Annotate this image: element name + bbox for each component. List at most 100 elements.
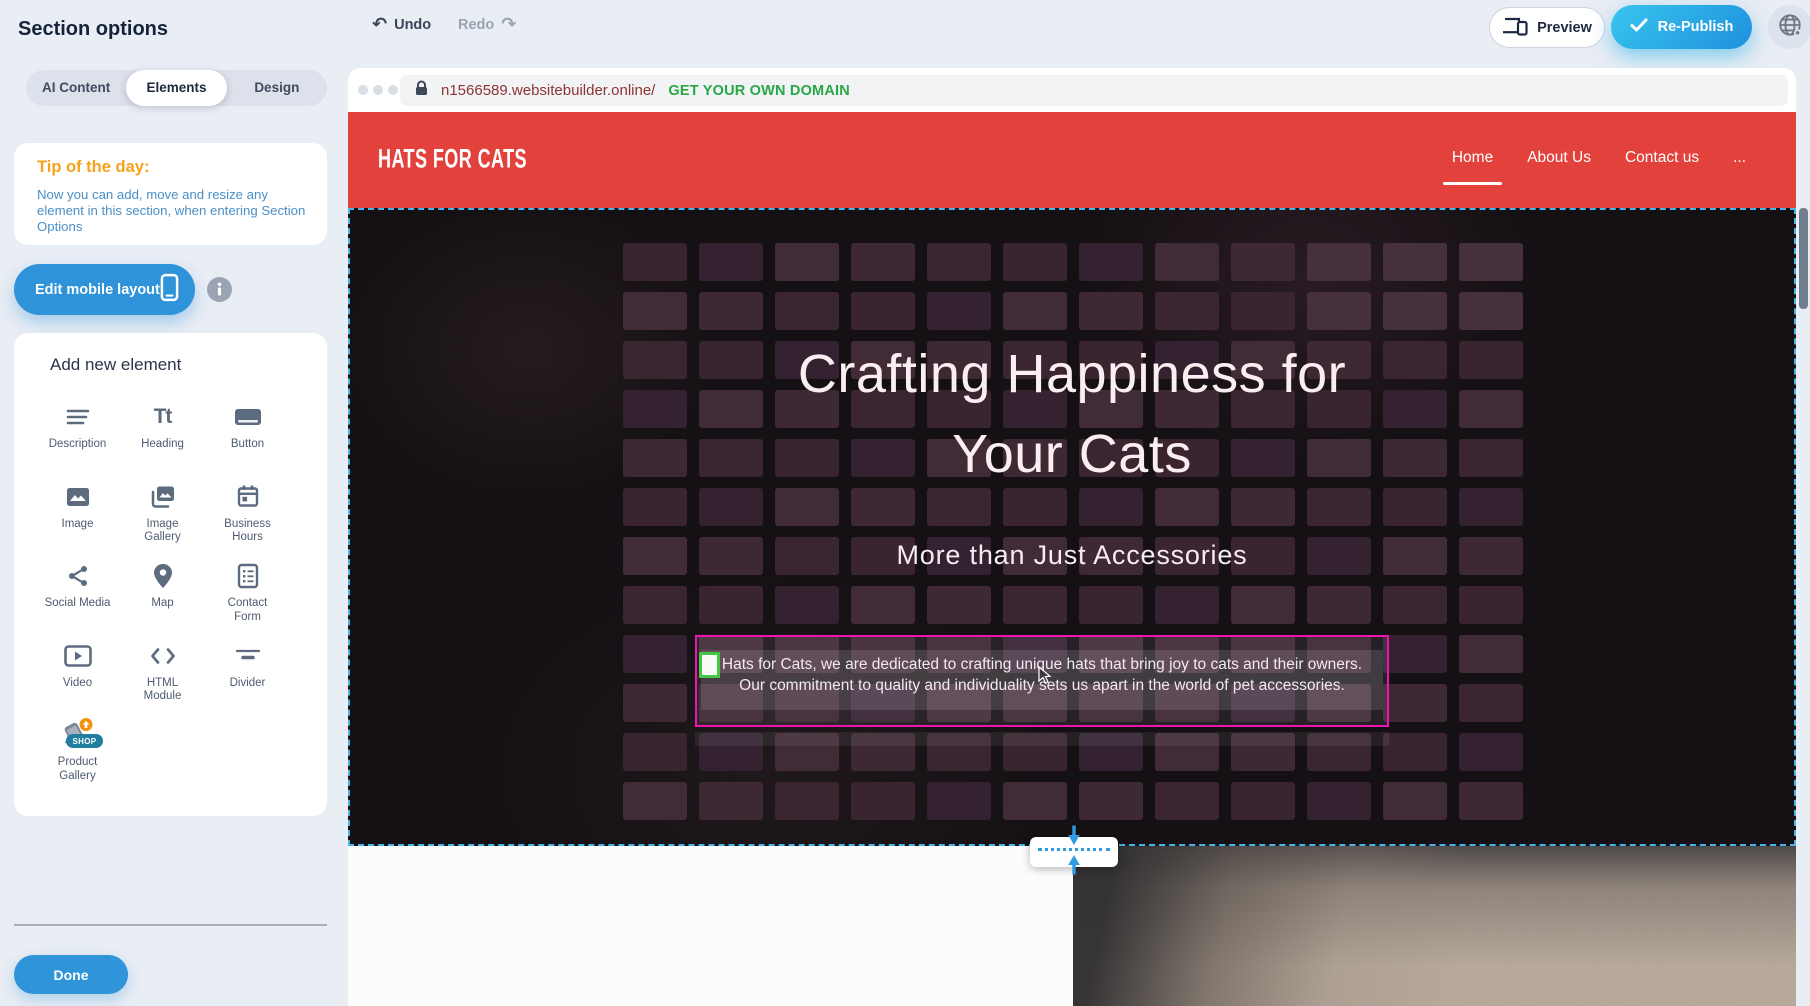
redo-button[interactable]: Redo ↷ [458,16,516,34]
tab-ai-content[interactable]: AI Content [26,70,126,106]
site-logo[interactable]: HATS FOR CATS [378,143,527,174]
pavement-shadow [1073,846,1796,1006]
hero-bg-tile [1079,243,1143,281]
phone-icon [160,273,179,306]
hero-bg-tile [623,586,687,624]
resize-arrow-down-icon [1065,824,1083,853]
tab-design[interactable]: Design [227,70,327,106]
hero-bg-tile [775,586,839,624]
hero-bg-tile [1307,292,1371,330]
website-builder-app: Section options ↶ Undo Redo ↷ Preview Re… [0,0,1810,1006]
hero-bg-tile [1231,292,1295,330]
element-item-label: Video [63,677,92,691]
hero-bg-tile [699,243,763,281]
button-icon [233,399,263,435]
heading-icon: Tt [154,399,172,435]
hero-bg-tile [1155,243,1219,281]
add-new-element-panel: Add new element DescriptionTtHeadingButt… [14,333,327,816]
hero-heading-line2: Your Cats [350,414,1794,494]
hero-bg-tile [699,586,763,624]
hero-bg-tile [851,243,915,281]
hero-bg-tile [927,292,991,330]
form-icon [237,558,259,594]
get-domain-link[interactable]: GET YOUR OWN DOMAIN [668,83,850,99]
hero-section-selected[interactable]: Crafting Happiness for Your Cats More th… [348,208,1796,846]
text-lines-icon [65,399,91,435]
hero-bg-tile [1383,586,1447,624]
redo-icon: ↷ [501,16,516,34]
nav-item-about-us[interactable]: About Us [1527,149,1591,167]
hero-bg-tile [927,586,991,624]
done-label: Done [54,967,89,983]
address-bar[interactable]: n1566589.websitebuilder.online/ GET YOUR… [400,75,1788,106]
element-item-button[interactable]: Button [205,395,290,475]
element-item-label: Heading [141,438,184,452]
hero-bg-tile [1079,292,1143,330]
image-icon [65,479,91,515]
hero-bg-tile [623,782,687,820]
element-item-heading[interactable]: Tt Heading [120,395,205,475]
hero-bg-tile [1307,782,1371,820]
element-item-divider[interactable]: Divider [205,634,290,714]
hero-bg-tile [1003,292,1067,330]
hero-element-hover-band [695,732,1389,746]
hero-bg-tile [1003,243,1067,281]
edit-mobile-layout-button[interactable]: Edit mobile layout [14,264,195,315]
element-item-label: Contact Form [228,597,268,624]
element-item-label: Product Gallery [58,756,98,783]
lock-icon [415,80,428,101]
element-item-social-media[interactable]: Social Media [35,554,120,634]
tip-of-the-day-card: Tip of the day: Now you can add, move an… [14,143,327,245]
hero-bg-tile [1003,782,1067,820]
element-item-label: HTML Module [144,677,182,704]
video-icon [64,638,92,674]
done-button[interactable]: Done [14,955,128,994]
hero-subheading[interactable]: More than Just Accessories [350,540,1794,571]
language-globe-button[interactable] [1768,5,1810,49]
hero-heading[interactable]: Crafting Happiness for Your Cats [350,334,1794,494]
hero-bg-tile [1155,586,1219,624]
element-item-html-module[interactable]: HTML Module [120,634,205,714]
hero-bg-tile [1383,243,1447,281]
element-item-map[interactable]: Map [120,554,205,634]
info-button[interactable] [207,277,232,302]
site-nav: Home About Us Contact us... [1452,136,1746,180]
element-item-label: Social Media [45,597,111,611]
element-grid: Description Tt Heading Button ImageImage Gal… [35,395,291,793]
hero-bg-tile [1155,292,1219,330]
edit-mobile-label: Edit mobile layout [35,282,160,298]
browser-chrome: n1566589.websitebuilder.online/ GET YOUR… [348,68,1796,112]
next-section-white-area [348,846,1073,1006]
hero-bg-tile [623,292,687,330]
undo-icon: ↶ [372,16,387,34]
element-item-product-gallery[interactable]: SHOPProduct Gallery [35,713,120,793]
hero-bg-tile [623,684,687,722]
element-item-video[interactable]: Video [35,634,120,714]
element-item-description[interactable]: Description [35,395,120,475]
nav-item-contact-us[interactable]: Contact us [1625,149,1699,167]
hero-bg-tile [1383,782,1447,820]
drag-handle[interactable] [699,652,720,678]
element-item-label: Description [49,438,107,452]
element-item-business-hours[interactable]: Business Hours [205,475,290,555]
image-gallery-icon [149,479,177,515]
browser-dot [373,85,383,95]
preview-button[interactable]: Preview [1489,7,1605,48]
preview-scrollbar-thumb[interactable] [1799,208,1808,309]
preview-label: Preview [1537,20,1592,36]
nav-item-home[interactable]: Home [1452,149,1493,167]
nav-item-more[interactable]: ... [1733,149,1746,167]
tab-elements[interactable]: Elements [126,70,226,106]
sidebar-tab-bar: AI ContentElementsDesign [26,70,327,106]
element-item-contact-form[interactable]: Contact Form [205,554,290,634]
undo-label: Undo [394,17,431,33]
hero-bg-tile [775,292,839,330]
undo-button[interactable]: ↶ Undo [372,16,431,34]
element-item-image-gallery[interactable]: Image Gallery [120,475,205,555]
code-icon [149,638,177,674]
element-item-image[interactable]: Image [35,475,120,555]
browser-dot [388,85,398,95]
republish-button[interactable]: Re-Publish [1611,5,1752,49]
tip-body: Now you can add, move and resize any ele… [37,187,315,235]
hero-bg-tile [1459,684,1523,722]
